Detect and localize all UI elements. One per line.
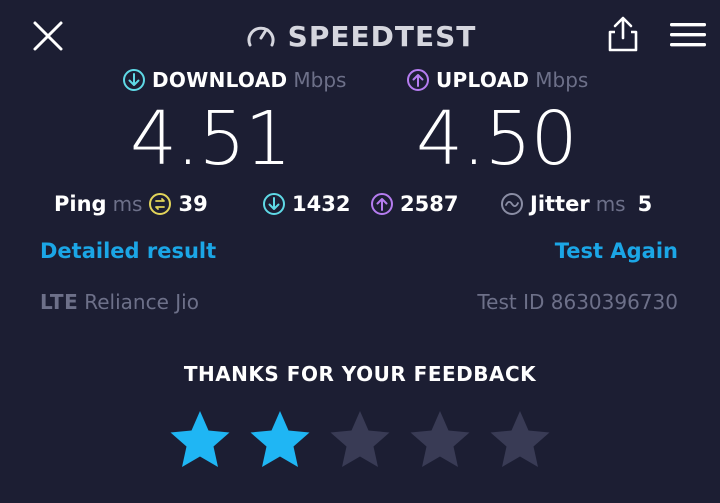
ping-unit: ms: [112, 192, 143, 216]
star-1-icon[interactable]: [168, 408, 232, 472]
download-speed-value: 4.51: [130, 96, 292, 182]
upload-arrow-icon: [407, 69, 429, 91]
jitter-value: 5: [637, 192, 653, 216]
download-unit: Mbps: [293, 68, 347, 92]
download-latency-value: 1432: [292, 192, 351, 216]
feedback-message: THANKS FOR YOUR FEEDBACK: [183, 362, 537, 386]
ping-metric: Ping ms 39: [54, 188, 208, 220]
upload-label: UPLOAD: [436, 68, 530, 92]
jitter-label: Jitter: [530, 192, 590, 216]
detailed-result-link[interactable]: Detailed result: [40, 234, 216, 268]
share-button[interactable]: [604, 14, 642, 54]
ping-label: Ping: [54, 192, 107, 216]
upload-unit: Mbps: [535, 68, 589, 92]
speedometer-icon: [247, 26, 275, 47]
share-icon: [608, 16, 638, 52]
jitter-unit: ms: [595, 192, 626, 216]
upload-latency-metric: 2587: [370, 188, 458, 220]
download-label: DOWNLOAD: [152, 68, 288, 92]
star-4-icon[interactable]: [408, 408, 472, 472]
star-2-icon[interactable]: [248, 408, 312, 472]
test-id: Test ID 8630396730: [477, 290, 678, 314]
upload-header: UPLOAD Mbps: [406, 64, 588, 96]
app-title-text: SPEEDTEST: [287, 19, 477, 53]
hamburger-menu-icon: [670, 23, 706, 47]
download-arrow-icon: [123, 69, 145, 91]
upload-latency-value: 2587: [400, 192, 459, 216]
ping-icon: [149, 193, 172, 215]
jitter-metric: Jitter ms 5: [500, 188, 652, 220]
download-latency-icon: [263, 193, 285, 215]
ping-value: 39: [178, 192, 208, 216]
star-5-icon[interactable]: [488, 408, 552, 472]
test-again-link[interactable]: Test Again: [555, 234, 678, 268]
jitter-icon: [501, 193, 523, 215]
download-latency-metric: 1432: [262, 188, 350, 220]
menu-button[interactable]: [668, 20, 708, 50]
network-info: LTE Reliance Jio: [40, 286, 199, 318]
upload-speed-value: 4.50: [416, 96, 578, 182]
star-rating: [0, 408, 720, 480]
network-provider: Reliance Jio: [84, 290, 199, 314]
download-header: DOWNLOAD Mbps: [122, 64, 346, 96]
network-type-badge: LTE: [40, 290, 79, 314]
upload-latency-icon: [371, 193, 393, 215]
star-3-icon[interactable]: [328, 408, 392, 472]
